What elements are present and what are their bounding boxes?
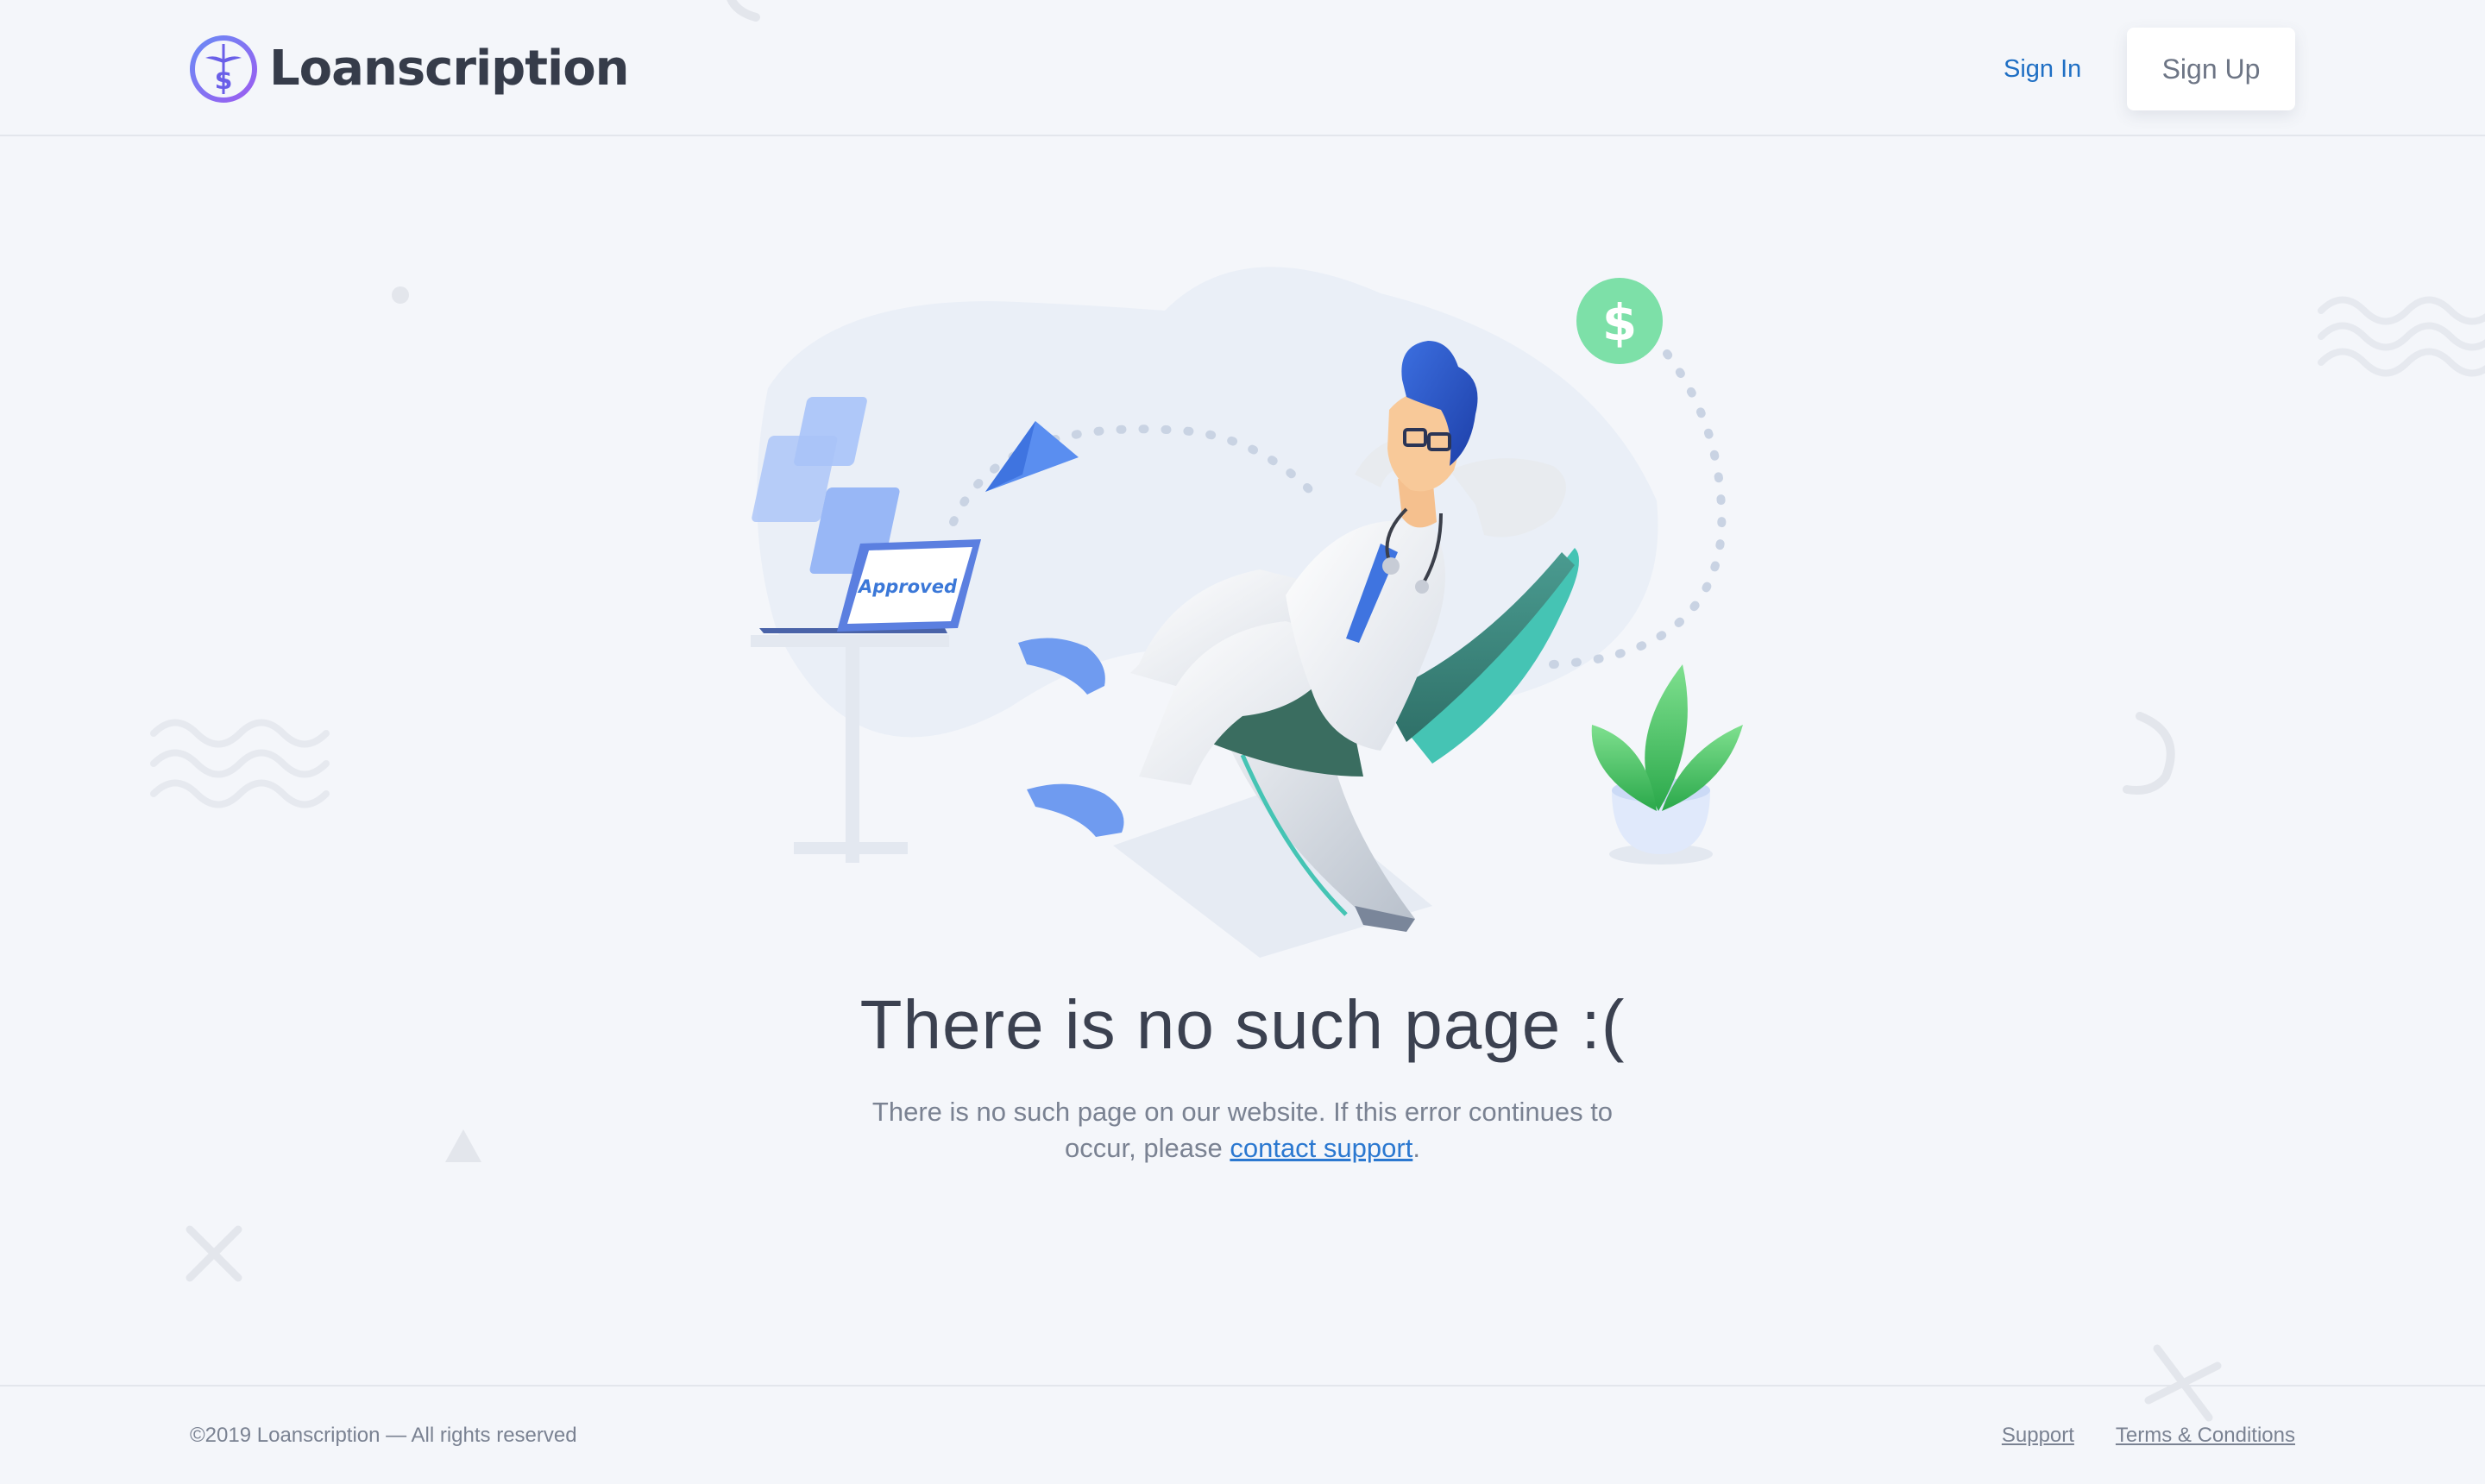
support-link[interactable]: Support <box>2002 1424 2074 1448</box>
copyright-text: ©2019 Loanscription — All rights reserve… <box>190 1424 577 1447</box>
arc-decoration <box>727 0 760 22</box>
error-message: There is no such page on our website. If… <box>854 1094 1631 1166</box>
site-footer: ©2019 Loanscription — All rights reserve… <box>0 1385 2485 1484</box>
footer-links: Support Terms & Conditions <box>2002 1424 2295 1448</box>
terms-link[interactable]: Terms & Conditions <box>2116 1424 2295 1448</box>
sign-in-link[interactable]: Sign In <box>2004 50 2081 88</box>
message-end: . <box>1412 1133 1420 1163</box>
caduceus-dollar-icon: $ <box>190 35 257 103</box>
contact-support-link[interactable]: contact support <box>1230 1133 1412 1163</box>
wave-decoration-right <box>2318 296 2485 377</box>
svg-text:$: $ <box>215 66 233 96</box>
dot-decoration <box>392 286 409 304</box>
wave-decoration-left <box>150 719 330 808</box>
relaxing-doctor-illustration: Approved $ <box>751 267 1743 958</box>
dollar-coin-icon: $ <box>1602 293 1637 352</box>
page-title: There is no such page :( <box>859 986 1626 1063</box>
laptop-approved-text: Approved <box>857 576 958 597</box>
brand-logo[interactable]: $ Loanscription <box>188 33 630 105</box>
sign-up-button[interactable]: Sign Up <box>2127 28 2295 110</box>
site-header: $ Loanscription Sign In Sign Up <box>0 0 2485 136</box>
brand-name: Loanscription <box>269 41 630 97</box>
x-decoration-left <box>186 1225 242 1282</box>
triangle-decoration <box>445 1129 481 1162</box>
arc-decoration-right <box>2123 712 2175 795</box>
